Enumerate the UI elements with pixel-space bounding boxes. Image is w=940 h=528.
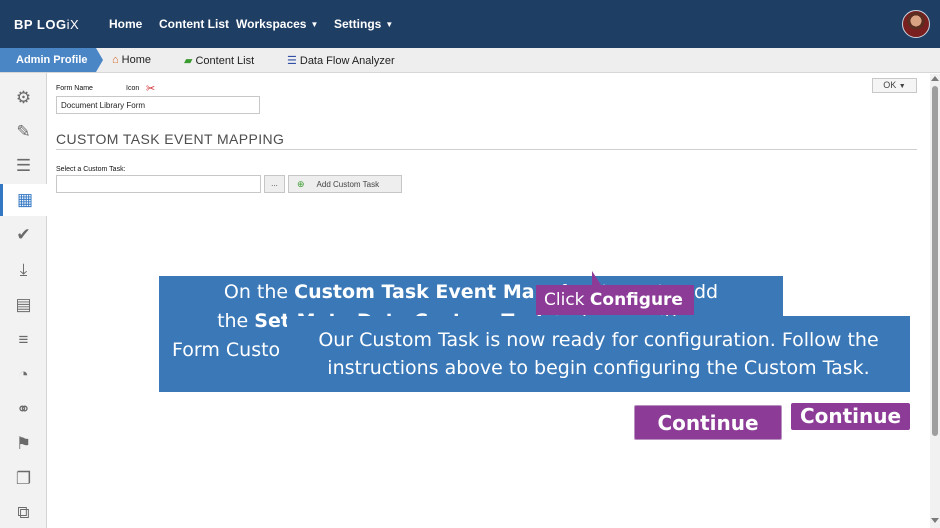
continue-button[interactable]: Continue bbox=[634, 405, 782, 440]
breadcrumb-data-flow-analyzer-label: Data Flow Analyzer bbox=[299, 55, 395, 67]
flag-icon[interactable]: ⚑ bbox=[0, 428, 47, 460]
nav-settings[interactable]: Settings ▼ bbox=[334, 17, 393, 31]
scroll-up-arrow-icon[interactable] bbox=[931, 76, 939, 81]
nav-content-list[interactable]: Content List bbox=[159, 17, 229, 31]
select-custom-task-label: Select a Custom Task: bbox=[56, 166, 126, 173]
bplogix-logo[interactable]: BP LOGiX bbox=[14, 17, 79, 32]
logo-text-end: iX bbox=[66, 17, 80, 32]
breadcrumb-content-list[interactable]: ▰ Content List bbox=[184, 54, 254, 67]
breadcrumb-content-list-label: Content List bbox=[195, 55, 255, 67]
callout-front-line-2: instructions above to begin configuring … bbox=[327, 357, 870, 379]
database-icon[interactable]: ≡ bbox=[0, 324, 47, 356]
breadcrumb-arrow bbox=[96, 48, 103, 72]
vertical-scrollbar[interactable] bbox=[930, 74, 940, 528]
callout-front-line-1: Our Custom Task is now ready for configu… bbox=[318, 329, 879, 351]
nav-workspaces[interactable]: Workspaces ▼ bbox=[236, 17, 318, 31]
callout-text: the bbox=[217, 310, 255, 332]
ok-button[interactable]: OK ▼ bbox=[872, 78, 917, 93]
logo-text: BP LOG bbox=[14, 17, 67, 32]
left-sidebar: ⚙ ✎ ☰ ▦ ✔ ⤓ ▤ ≡ ◔ ⚭ ⚑ ❐ ⧉ bbox=[0, 73, 47, 528]
home-icon: ⌂ bbox=[112, 54, 119, 66]
nav-settings-label: Settings bbox=[334, 17, 382, 31]
breadcrumb-home[interactable]: ⌂ Home bbox=[112, 54, 151, 66]
section-divider bbox=[56, 149, 917, 150]
caret-down-icon: ▼ bbox=[385, 20, 394, 29]
tutorial-callout-front: Our Custom Task is now ready for configu… bbox=[287, 316, 910, 392]
gears-icon[interactable]: ⚙ bbox=[0, 82, 47, 114]
check-icon[interactable]: ✔ bbox=[0, 219, 47, 251]
chevron-down-icon: ▼ bbox=[898, 83, 906, 90]
section-title: CUSTOM TASK EVENT MAPPING bbox=[56, 131, 285, 147]
list-icon[interactable]: ☰ bbox=[0, 150, 47, 182]
add-custom-task-label: Add Custom Task bbox=[316, 180, 380, 189]
breadcrumb-admin-profile[interactable]: Admin Profile bbox=[0, 48, 96, 72]
folder-icon: ▰ bbox=[184, 55, 193, 67]
link-icon[interactable]: ⚭ bbox=[0, 394, 47, 426]
import-icon[interactable]: ⤓ bbox=[0, 254, 47, 286]
custom-task-select[interactable] bbox=[56, 175, 261, 193]
form-name-field[interactable]: Document Library Form bbox=[56, 96, 260, 114]
form-name-label: Form Name bbox=[56, 85, 93, 92]
breadcrumb-data-flow-analyzer[interactable]: ☰ Data Flow Analyzer bbox=[287, 54, 395, 67]
dashboard-icon[interactable]: ◔ bbox=[0, 359, 47, 391]
nav-home[interactable]: Home bbox=[109, 17, 142, 31]
form-pdf-icon[interactable]: ✂ bbox=[146, 82, 155, 95]
user-avatar[interactable] bbox=[902, 10, 930, 38]
tip-text: Click bbox=[544, 290, 590, 310]
add-custom-task-button[interactable]: ⊕ Add Custom Task bbox=[288, 175, 402, 193]
scroll-thumb[interactable] bbox=[932, 86, 938, 436]
icon-label: Icon bbox=[126, 85, 140, 92]
copy-icon[interactable]: ❐ bbox=[0, 463, 47, 495]
caret-down-icon: ▼ bbox=[310, 20, 319, 29]
top-navbar: BP LOGiX Home Content List Workspaces ▼ S… bbox=[0, 0, 940, 48]
breadcrumb-bar: Admin Profile ⌂ Home ▰ Content List ☰ Data … bbox=[0, 48, 940, 73]
click-configure-tip: Click Configure bbox=[536, 285, 694, 315]
browse-button[interactable]: ... bbox=[264, 175, 285, 193]
database-icon: ☰ bbox=[287, 55, 297, 67]
continue-button-secondary[interactable]: Continue bbox=[791, 403, 910, 430]
breadcrumb-home-label: Home bbox=[121, 54, 151, 66]
scroll-down-arrow-icon[interactable] bbox=[931, 518, 939, 523]
table-icon[interactable]: ▦ bbox=[0, 184, 47, 216]
ok-button-label: OK bbox=[883, 80, 897, 90]
nav-content-list-label: Content List bbox=[159, 17, 229, 31]
tip-bold-text: Configure bbox=[589, 290, 683, 310]
copy-alt-icon[interactable]: ⧉ bbox=[0, 497, 47, 528]
edit-icon[interactable]: ✎ bbox=[0, 116, 47, 148]
tip-pointer bbox=[592, 271, 601, 285]
nav-home-label: Home bbox=[109, 17, 143, 31]
add-icon: ⊕ bbox=[297, 179, 305, 189]
document-icon[interactable]: ▤ bbox=[0, 289, 47, 321]
nav-workspaces-label: Workspaces bbox=[236, 17, 307, 31]
callout-text: On the bbox=[223, 281, 295, 303]
